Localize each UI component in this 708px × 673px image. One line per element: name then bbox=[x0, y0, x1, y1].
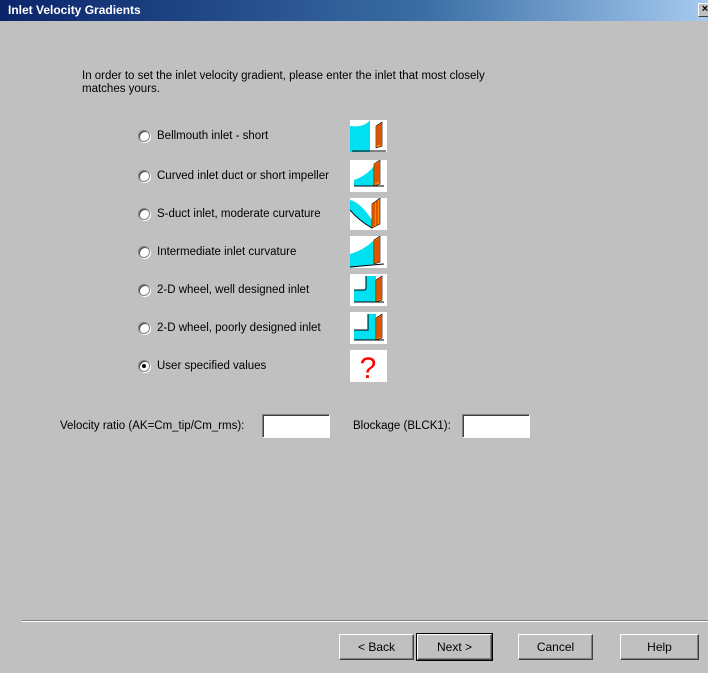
intermediate-curvature-icon bbox=[350, 236, 387, 268]
option-label: User specified values bbox=[157, 360, 267, 372]
divider bbox=[22, 620, 708, 622]
question-mark-icon: ? bbox=[350, 350, 387, 382]
window-title: Inlet Velocity Gradients bbox=[8, 3, 141, 17]
curved-duct-icon bbox=[350, 160, 387, 192]
velocity-ratio-label: Velocity ratio (AK=Cm_tip/Cm_rms): bbox=[60, 420, 245, 432]
radio-button[interactable] bbox=[138, 130, 150, 142]
option-label: 2-D wheel, poorly designed inlet bbox=[157, 322, 321, 334]
option-label: Intermediate inlet curvature bbox=[157, 246, 297, 258]
s-duct-icon bbox=[350, 198, 387, 230]
next-button[interactable]: Next > bbox=[416, 633, 493, 661]
option-bellmouth-short[interactable]: Bellmouth inlet - short bbox=[138, 128, 268, 144]
help-button[interactable]: Help bbox=[620, 634, 699, 660]
option-s-duct[interactable]: S-duct inlet, moderate curvature bbox=[138, 206, 321, 222]
radio-button[interactable] bbox=[138, 246, 150, 258]
back-button[interactable]: < Back bbox=[339, 634, 414, 660]
svg-text:?: ? bbox=[360, 352, 377, 382]
option-label: Curved inlet duct or short impeller bbox=[157, 170, 329, 182]
option-label: 2-D wheel, well designed inlet bbox=[157, 284, 310, 296]
option-intermediate[interactable]: Intermediate inlet curvature bbox=[138, 244, 296, 260]
radio-button-selected[interactable] bbox=[138, 360, 150, 372]
cancel-button[interactable]: Cancel bbox=[518, 634, 593, 660]
radio-button[interactable] bbox=[138, 170, 150, 182]
option-2d-wheel-poor[interactable]: 2-D wheel, poorly designed inlet bbox=[138, 320, 321, 336]
intro-text: In order to set the inlet velocity gradi… bbox=[82, 70, 485, 95]
blockage-input[interactable] bbox=[462, 414, 530, 438]
velocity-ratio-input[interactable] bbox=[262, 414, 330, 438]
option-curved-duct[interactable]: Curved inlet duct or short impeller bbox=[138, 168, 329, 184]
radio-button[interactable] bbox=[138, 322, 150, 334]
2d-wheel-poor-icon bbox=[350, 312, 387, 344]
bellmouth-short-icon bbox=[350, 120, 387, 152]
blockage-label: Blockage (BLCK1): bbox=[353, 420, 451, 432]
option-user-specified[interactable]: User specified values bbox=[138, 358, 266, 374]
title-bar: Inlet Velocity Gradients × bbox=[0, 0, 708, 21]
radio-button[interactable] bbox=[138, 284, 150, 296]
option-label: Bellmouth inlet - short bbox=[157, 130, 269, 142]
option-2d-wheel-good[interactable]: 2-D wheel, well designed inlet bbox=[138, 282, 309, 298]
radio-button[interactable] bbox=[138, 208, 150, 220]
close-button[interactable]: × bbox=[698, 3, 708, 17]
2d-wheel-good-icon bbox=[350, 274, 387, 306]
option-label: S-duct inlet, moderate curvature bbox=[157, 208, 321, 220]
